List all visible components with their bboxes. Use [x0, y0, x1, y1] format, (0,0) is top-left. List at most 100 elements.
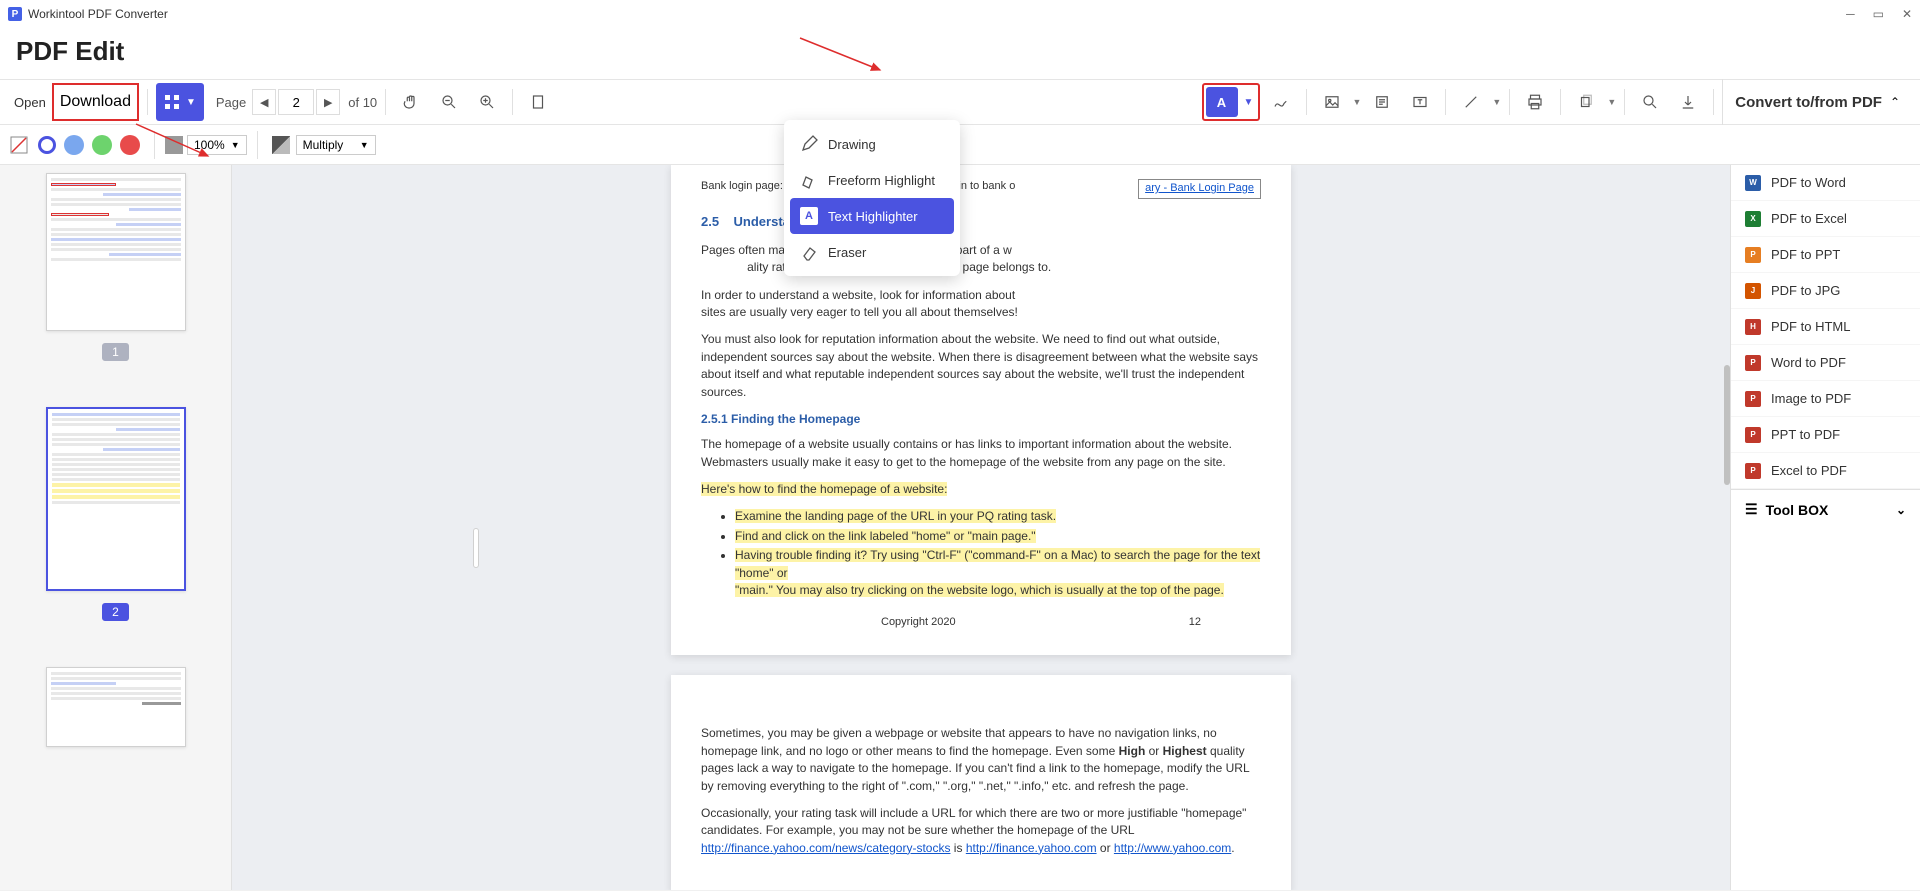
line-tool-button[interactable] — [1454, 85, 1488, 119]
thumbnail-page-2-badge: 2 — [102, 603, 129, 621]
fit-page-button[interactable] — [521, 85, 555, 119]
open-button[interactable]: Open — [8, 91, 52, 114]
convert-ppt-to-pdf[interactable]: PPPT to PDF — [1731, 417, 1920, 453]
convert-excel-to-pdf[interactable]: PExcel to PDF — [1731, 453, 1920, 489]
thumbnail-page-3[interactable] — [46, 667, 186, 747]
word-icon: W — [1745, 175, 1761, 191]
panel-resize-grabber[interactable] — [473, 528, 479, 568]
dropdown-freeform[interactable]: Freeform Highlight — [790, 162, 954, 198]
bank-link-box: ary - Bank Login Page — [1138, 179, 1261, 199]
rotate-button[interactable] — [1569, 85, 1603, 119]
convert-image-to-pdf[interactable]: P Image to PDF — [1731, 381, 1920, 417]
prev-page-button[interactable]: ◀ — [252, 89, 276, 115]
marker-icon — [800, 171, 818, 189]
page-navigation: Page ◀ 2 ▶ of 10 — [216, 89, 377, 115]
toolbox-header[interactable]: ☰ Tool BOX ⌄ — [1731, 489, 1920, 529]
download-button-highlighted[interactable]: Download — [52, 83, 139, 121]
print-button[interactable] — [1518, 85, 1552, 119]
howto-li3a: Having trouble finding it? Try using "Ct… — [735, 548, 1260, 579]
link-stocks[interactable]: http://finance.yahoo.com/news/category-s… — [701, 841, 950, 855]
highlight-dropdown-menu: Drawing Freeform Highlight A Text Highli… — [784, 120, 960, 276]
zoom-out-button[interactable] — [432, 85, 466, 119]
pdf-page-3: Sometimes, you may be given a webpage or… — [671, 675, 1291, 890]
dropdown-text-highlighter[interactable]: A Text Highlighter — [790, 198, 954, 234]
para-4: The homepage of a website usually contai… — [701, 436, 1261, 471]
document-canvas[interactable]: Bank login page: the purpose is to allow… — [232, 165, 1730, 890]
view-mode-button[interactable]: ▼ — [156, 83, 204, 121]
dropdown-text-highlighter-label: Text Highlighter — [828, 209, 918, 224]
opacity-preview-icon — [165, 136, 183, 154]
image-tool-button[interactable] — [1315, 85, 1349, 119]
opacity-select[interactable]: 100%▼ — [187, 135, 247, 155]
textbox-tool-button[interactable] — [1403, 85, 1437, 119]
thumbnail-page-1-badge: 1 — [102, 343, 129, 361]
divider — [1560, 89, 1561, 115]
convert-item-label: PPT to PDF — [1771, 427, 1840, 442]
divider — [1624, 89, 1625, 115]
convert-item-label: Image to PDF — [1771, 391, 1851, 406]
divider — [1509, 89, 1510, 115]
convert-pdf-to-word[interactable]: WPDF to Word — [1731, 165, 1920, 201]
thumbnail-page-2[interactable] — [46, 407, 186, 591]
convert-panel: WPDF to Word XPDF to Excel PPDF to PPT J… — [1730, 165, 1920, 890]
color-swatch-red[interactable] — [120, 135, 140, 155]
hand-tool-button[interactable] — [394, 85, 428, 119]
highlight-tool-group-highlighted: A ▼ — [1202, 83, 1260, 121]
toolbox-icon: ☰ — [1745, 501, 1758, 518]
blend-select[interactable]: Multiply▼ — [296, 135, 376, 155]
maximize-button[interactable]: ▭ — [1873, 7, 1884, 21]
convert-word-to-pdf[interactable]: PWord to PDF — [1731, 345, 1920, 381]
divider — [1306, 89, 1307, 115]
bank-link[interactable]: ary - Bank Login Page — [1145, 182, 1254, 194]
header: PDF Edit — [0, 28, 1920, 79]
zoom-in-button[interactable] — [470, 85, 504, 119]
html-icon: H — [1745, 319, 1761, 335]
note-tool-button[interactable] — [1365, 85, 1399, 119]
page-number-footer: 12 — [1189, 615, 1201, 631]
no-color-button[interactable] — [8, 128, 30, 162]
color-swatch-blue[interactable] — [64, 135, 84, 155]
excel-icon: X — [1745, 211, 1761, 227]
titlebar: P Workintool PDF Converter ─ ▭ ✕ — [0, 0, 1920, 28]
download-tool-button[interactable] — [1671, 85, 1705, 119]
search-button[interactable] — [1633, 85, 1667, 119]
image-dropdown-caret[interactable]: ▼ — [1353, 97, 1362, 107]
dropdown-drawing[interactable]: Drawing — [790, 126, 954, 162]
page-number-input[interactable]: 2 — [278, 89, 314, 115]
highlight-dropdown-caret[interactable]: ▼ — [1240, 97, 1258, 108]
dropdown-eraser[interactable]: Eraser — [790, 234, 954, 270]
convert-pdf-to-jpg[interactable]: JPDF to JPG — [1731, 273, 1920, 309]
close-button[interactable]: ✕ — [1902, 7, 1912, 21]
howto-li1: Examine the landing page of the URL in y… — [735, 509, 1056, 523]
toolbox-label: Tool BOX — [1766, 502, 1829, 518]
ppt-icon: P — [1745, 247, 1761, 263]
thumbnail-page-1[interactable] — [46, 173, 186, 331]
sec-251: 2.5.1 Finding the Homepage — [701, 411, 1261, 428]
blend-group: Multiply▼ — [272, 135, 376, 155]
eraser-icon — [800, 243, 818, 261]
app-logo-icon: P — [8, 7, 22, 21]
rotate-dropdown-caret[interactable]: ▼ — [1607, 97, 1616, 107]
convert-header[interactable]: Convert to/from PDF ⌃ — [1722, 79, 1912, 125]
color-swatch-green[interactable] — [92, 135, 112, 155]
dropdown-eraser-label: Eraser — [828, 245, 866, 260]
freeform-tool-button[interactable] — [1264, 85, 1298, 119]
color-swatch-outline[interactable] — [38, 136, 56, 154]
opacity-value: 100% — [194, 138, 225, 152]
scrollbar-thumb[interactable] — [1724, 365, 1730, 485]
howto-li2: Find and click on the link labeled "home… — [735, 529, 1036, 543]
convert-item-label: PDF to HTML — [1771, 319, 1850, 334]
line-dropdown-caret[interactable]: ▼ — [1492, 97, 1501, 107]
convert-pdf-to-html[interactable]: H PDF to HTML — [1731, 309, 1920, 345]
download-label: Download — [60, 93, 131, 111]
pdf-icon: P — [1745, 391, 1761, 407]
link-finance[interactable]: http://finance.yahoo.com — [966, 841, 1097, 855]
link-yahoo[interactable]: http://www.yahoo.com — [1114, 841, 1231, 855]
convert-pdf-to-ppt[interactable]: PPDF to PPT — [1731, 237, 1920, 273]
caret-down-icon: ▼ — [186, 97, 196, 108]
convert-pdf-to-excel[interactable]: XPDF to Excel — [1731, 201, 1920, 237]
minimize-button[interactable]: ─ — [1846, 7, 1855, 21]
next-page-button[interactable]: ▶ — [316, 89, 340, 115]
highlight-tool-button[interactable]: A — [1206, 87, 1238, 117]
main-area: 1 2 Bank login page: the purpose is to a… — [0, 165, 1920, 890]
